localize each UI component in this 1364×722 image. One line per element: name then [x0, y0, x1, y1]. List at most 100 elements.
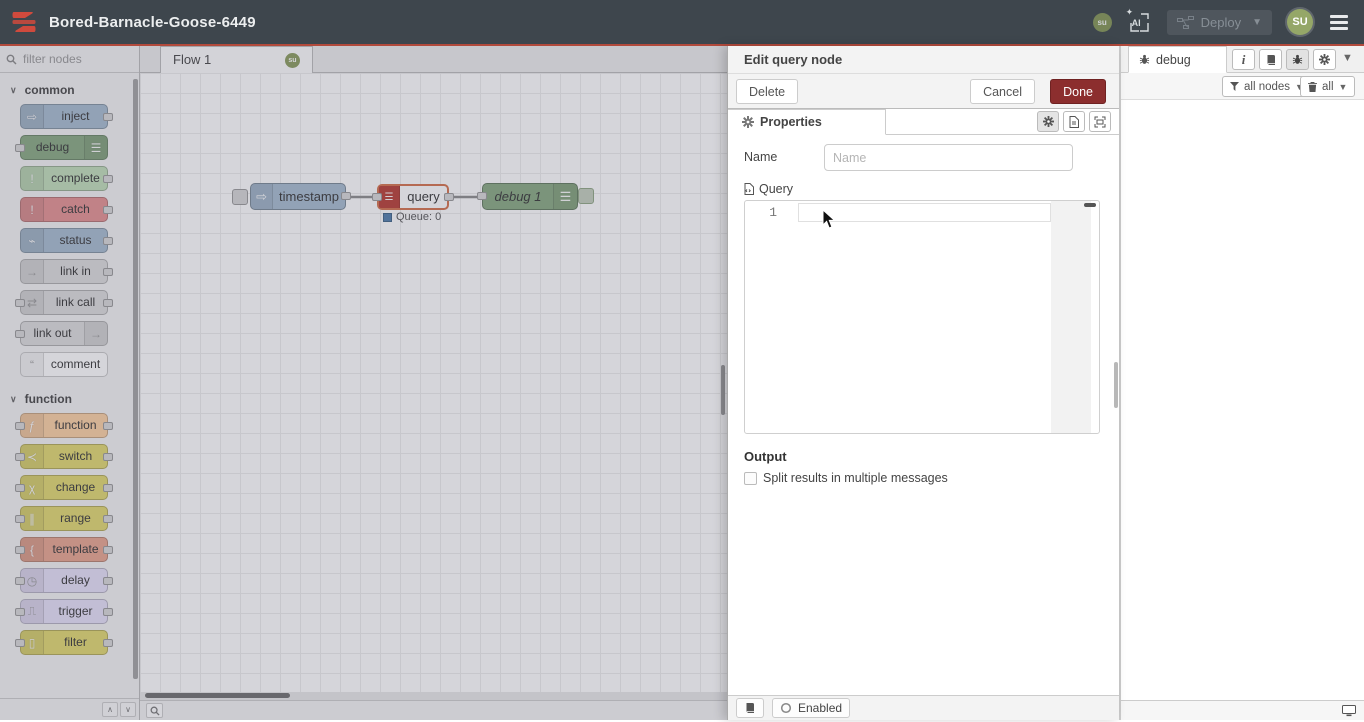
palette-scrollbar[interactable]	[133, 79, 138, 679]
edit-form-button[interactable]	[1037, 111, 1059, 132]
palette-filter-input[interactable]	[21, 51, 126, 67]
debug-filter-button[interactable]: all nodes ▼	[1222, 76, 1312, 97]
editor-scrollbar-thumb[interactable]	[1084, 203, 1096, 207]
canvas-v-scrollbar[interactable]	[721, 365, 725, 415]
comment-icon: “	[21, 353, 44, 376]
palette-node-label: delay	[44, 569, 107, 592]
node-debug-label: debug 1	[483, 184, 553, 209]
palette-node-label: catch	[44, 198, 107, 221]
description-button[interactable]	[1063, 111, 1085, 132]
output-port[interactable]	[341, 192, 351, 200]
node-timestamp-label: timestamp	[273, 184, 345, 209]
palette-node-link-in[interactable]: →link in	[20, 259, 108, 284]
expand-categories-button[interactable]: ∨	[120, 702, 136, 717]
palette-node-filter[interactable]: ▯filter	[20, 630, 108, 655]
node-debug[interactable]: debug 1 ☰	[482, 183, 578, 210]
output-port	[103, 268, 113, 276]
canvas-h-scrollbar[interactable]	[140, 692, 727, 700]
zoom-search-button[interactable]	[146, 703, 163, 718]
query-label: Query	[759, 182, 793, 196]
palette-node-label: link in	[44, 260, 107, 283]
status-text: Queue: 0	[396, 211, 441, 223]
debug-clear-button[interactable]: all ▼	[1300, 76, 1355, 97]
done-button[interactable]: Done	[1050, 79, 1106, 104]
sidebar-tabs-menu-button[interactable]: ▼	[1342, 52, 1353, 64]
inject-trigger-button[interactable]	[232, 189, 248, 205]
input-port	[15, 422, 25, 430]
node-query-selected[interactable]: ☰ query	[377, 184, 449, 210]
palette-node-link-call[interactable]: ⇄link call	[20, 290, 108, 315]
status-dot-icon	[383, 213, 392, 222]
help-tab-button[interactable]	[1259, 49, 1282, 70]
palette-node-status[interactable]: ⌁status	[20, 228, 108, 253]
debug-tab-button[interactable]	[1286, 49, 1309, 70]
collapse-categories-button[interactable]: ∧	[102, 702, 118, 717]
palette-node-trigger[interactable]: ⎍trigger	[20, 599, 108, 624]
enabled-toggle-button[interactable]: Enabled	[772, 698, 850, 718]
cancel-button[interactable]: Cancel	[970, 79, 1035, 104]
tab-debug-label: debug	[1156, 53, 1191, 67]
sidebar-footer	[1121, 700, 1364, 720]
query-code-editor[interactable]: 1	[744, 200, 1100, 434]
palette-node-label: link out	[21, 322, 84, 345]
split-results-checkbox[interactable]	[744, 472, 757, 485]
output-port[interactable]	[444, 193, 454, 201]
debug-clear-label: all	[1322, 81, 1334, 93]
palette-node-complete[interactable]: !complete	[20, 166, 108, 191]
editor-active-line[interactable]	[798, 203, 1051, 222]
palette-node-delay[interactable]: ◷delay	[20, 568, 108, 593]
palette-node-function[interactable]: ƒfunction	[20, 413, 108, 438]
node-timestamp[interactable]: ⇨ timestamp	[250, 183, 346, 210]
editor-minimap[interactable]	[1051, 201, 1091, 433]
main-menu-button[interactable]	[1328, 11, 1350, 34]
palette-node-catch[interactable]: !catch	[20, 197, 108, 222]
debug-toggle-button[interactable]	[578, 188, 594, 204]
tray-scrollbar[interactable]	[1114, 362, 1118, 408]
deploy-button[interactable]: Deploy ▼	[1167, 10, 1272, 35]
deploy-caret-icon[interactable]: ▼	[1252, 17, 1262, 28]
palette-node-template[interactable]: {template	[20, 537, 108, 562]
tab-debug[interactable]: debug	[1128, 46, 1227, 73]
inject-icon: ⇨	[21, 105, 44, 128]
input-port[interactable]	[372, 193, 382, 201]
palette-node-inject[interactable]: ⇨inject	[20, 104, 108, 129]
user-avatar[interactable]: SU	[1287, 9, 1313, 35]
palette-category-function[interactable]: ∨function	[0, 383, 139, 413]
tray-body: Name Query 1 Output Split results in mul…	[728, 136, 1119, 695]
tray-title: Edit query node	[728, 46, 1119, 74]
node-palette: ∨common⇨inject debug☰ !complete !catch ⌁stat…	[0, 46, 140, 720]
mini-avatar[interactable]: su	[1093, 13, 1112, 32]
expand-editor-button[interactable]	[1089, 111, 1111, 132]
palette-node-label: comment	[44, 353, 107, 376]
palette-node-debug[interactable]: debug☰	[20, 135, 108, 160]
palette-search[interactable]	[0, 46, 139, 73]
debug-messages-panel[interactable]	[1121, 100, 1364, 700]
delete-button[interactable]: Delete	[736, 79, 798, 104]
palette-node-link-out[interactable]: link out→	[20, 321, 108, 346]
sidebar-splitter[interactable]	[1119, 46, 1121, 720]
sidebar-tab-bar: debug i ▼	[1121, 46, 1364, 73]
name-input[interactable]	[824, 144, 1073, 171]
palette-node-switch[interactable]: ≺switch	[20, 444, 108, 469]
info-tab-button[interactable]: i	[1232, 49, 1255, 70]
palette-node-comment[interactable]: “comment	[20, 352, 108, 377]
workspace-footer	[140, 700, 727, 720]
document-icon	[1069, 116, 1079, 128]
tab-properties[interactable]: Properties	[728, 109, 886, 135]
output-port	[103, 299, 113, 307]
output-port	[103, 639, 113, 647]
event-log-button[interactable]	[1342, 704, 1356, 722]
flow-tab[interactable]: Flow 1 su	[160, 46, 313, 73]
enabled-circle-icon	[780, 702, 792, 714]
status-icon: ⌁	[21, 229, 44, 252]
palette-node-change[interactable]: χchange	[20, 475, 108, 500]
palette-category-common[interactable]: ∨common	[0, 74, 139, 104]
ai-assistant-button[interactable]: AI ✦	[1127, 10, 1152, 35]
config-tab-button[interactable]	[1313, 49, 1336, 70]
input-port[interactable]	[477, 192, 487, 200]
node-query-status: Queue: 0	[383, 211, 441, 223]
flow-canvas[interactable]: ⇨ timestamp ☰ query Queue: 0 debug 1 ☰	[140, 73, 727, 692]
node-help-button[interactable]	[736, 698, 764, 718]
palette-node-range[interactable]: ∥range	[20, 506, 108, 531]
palette-node-label: function	[44, 414, 107, 437]
